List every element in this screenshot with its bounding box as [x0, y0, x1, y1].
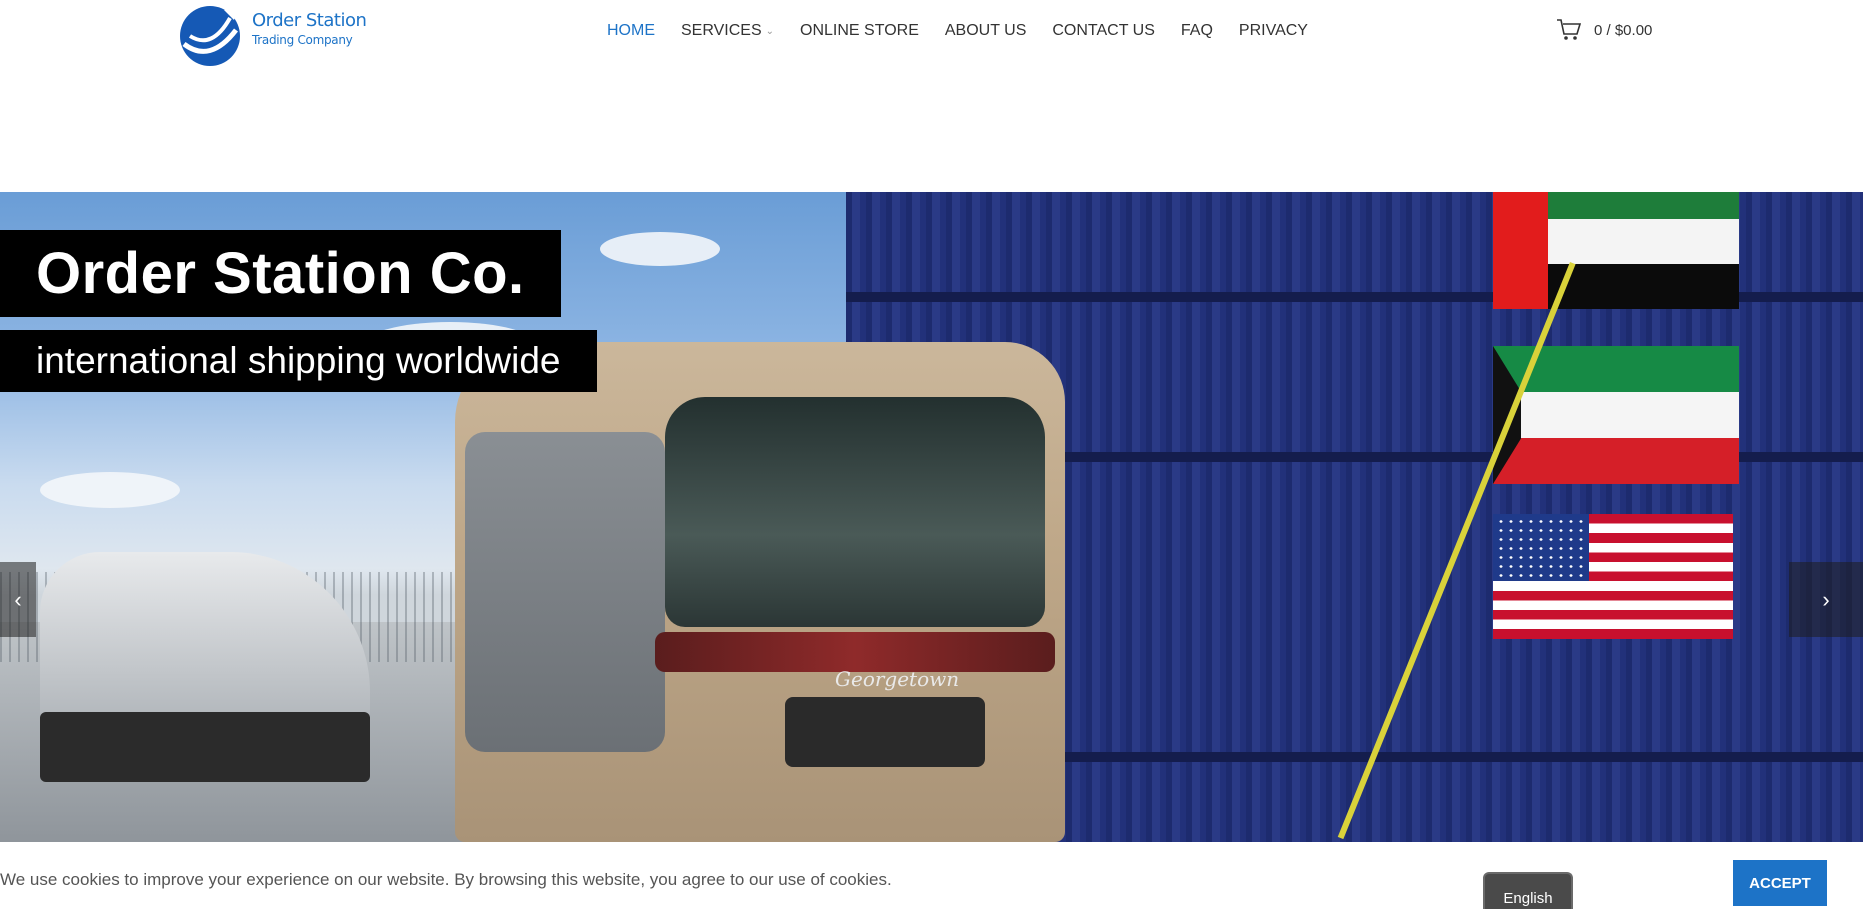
hero-subtitle: international shipping worldwide — [36, 340, 561, 381]
logo-subtitle: Trading Company — [252, 33, 353, 47]
accept-cookies-button[interactable]: ACCEPT — [1733, 860, 1827, 906]
language-switcher[interactable]: English — [1483, 872, 1573, 909]
nav-privacy[interactable]: PRIVACY — [1226, 20, 1321, 42]
chevron-down-icon: ⌄ — [765, 25, 775, 37]
hero-title-box: Order Station Co. — [0, 230, 561, 317]
nav-services-label: SERVICES — [681, 22, 762, 39]
site-header: Order Station Trading Company HOME SERVI… — [0, 0, 1863, 192]
nav-online-store[interactable]: ONLINE STORE — [787, 20, 932, 42]
cart-icon — [1557, 19, 1582, 40]
cookie-bar: We use cookies to improve your experienc… — [0, 842, 1863, 909]
logo-name: Order Station — [252, 10, 367, 31]
uae-flag-icon — [1493, 192, 1739, 309]
hero-slider: Georgetown Order Station Co. internation… — [0, 192, 1863, 842]
hero-subtitle-box: international shipping worldwide — [0, 330, 597, 392]
cookie-message: We use cookies to improve your experienc… — [0, 870, 892, 889]
hero-title: Order Station Co. — [36, 241, 525, 306]
cart-summary: 0 / $0.00 — [1594, 21, 1653, 39]
nav-about-us[interactable]: ABOUT US — [932, 20, 1040, 42]
logo[interactable]: Order Station Trading Company — [170, 0, 367, 66]
usa-flag-icon — [1493, 514, 1733, 639]
chevron-right-icon: › — [1822, 586, 1830, 612]
motorhome-rv: Georgetown — [455, 342, 1065, 842]
slider-prev-button[interactable]: ‹ — [0, 562, 36, 637]
globe-arrow-logo-icon — [170, 0, 250, 66]
chevron-left-icon: ‹ — [14, 586, 22, 612]
main-nav: HOME SERVICES ⌄ ONLINE STORE ABOUT US CO… — [607, 20, 1321, 42]
nav-services[interactable]: SERVICES ⌄ — [668, 20, 787, 42]
cart-button[interactable]: 0 / $0.00 — [1556, 18, 1652, 42]
boat-trailer — [40, 712, 370, 782]
cloud — [40, 472, 180, 508]
cloud — [600, 232, 720, 266]
nav-faq[interactable]: FAQ — [1168, 20, 1226, 42]
nav-contact-us[interactable]: CONTACT US — [1039, 20, 1168, 42]
nav-home[interactable]: HOME — [607, 20, 668, 42]
rv-brand-label: Georgetown — [835, 667, 960, 691]
slider-next-button[interactable]: › — [1789, 562, 1863, 637]
